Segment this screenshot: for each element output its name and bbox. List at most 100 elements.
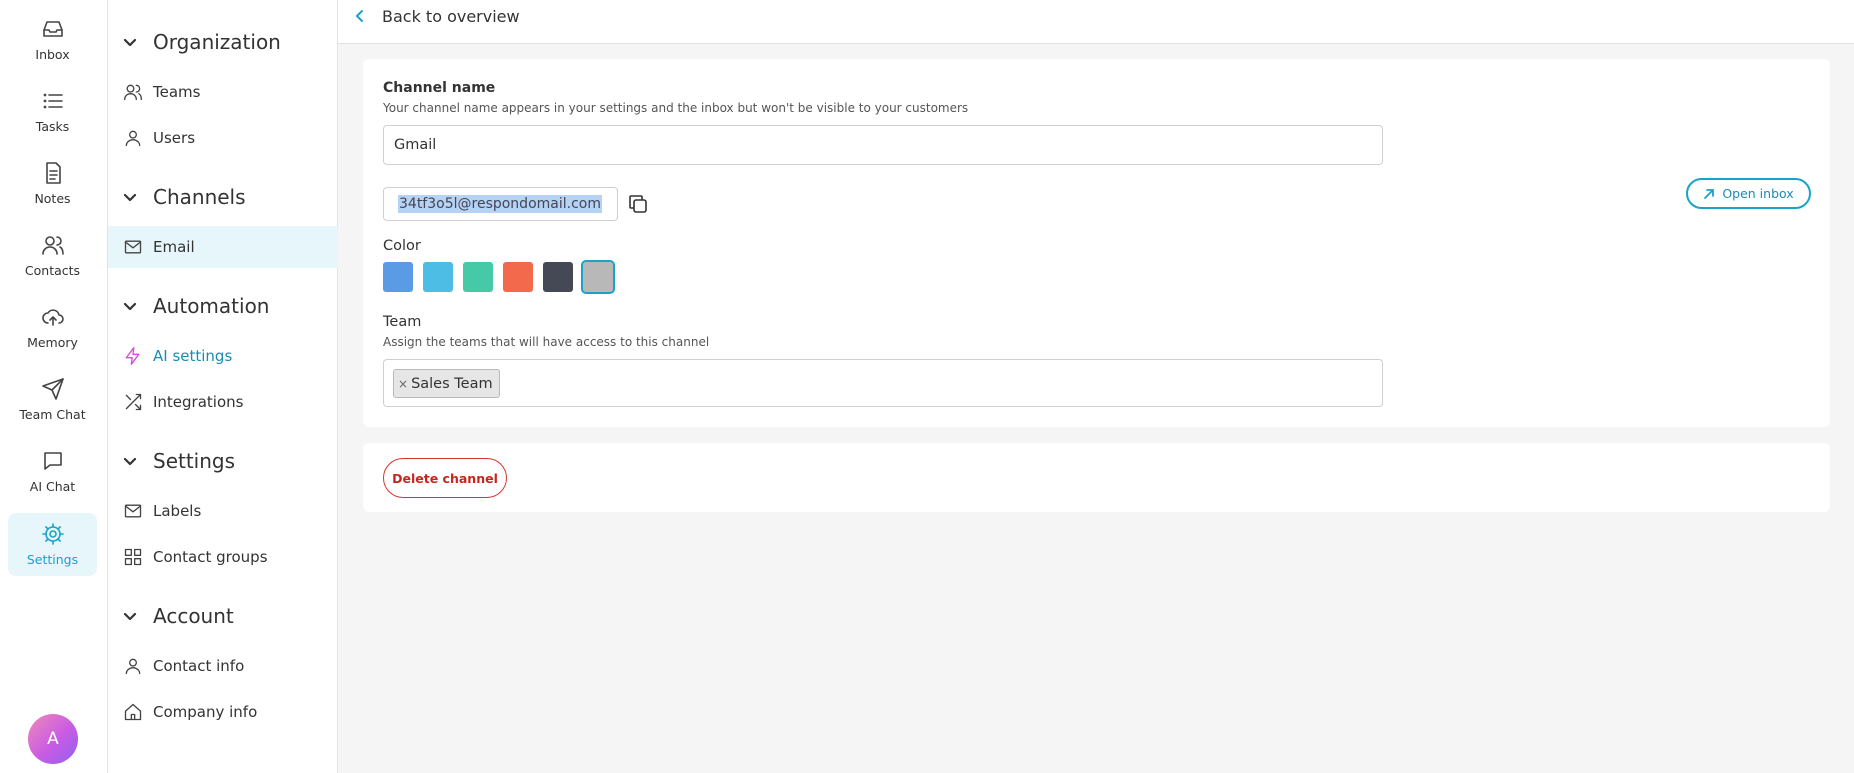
sidebar-item-label: Contact groups [153, 548, 268, 566]
team-select[interactable]: × Sales Team [383, 359, 1383, 407]
group-channels[interactable]: Channels [108, 177, 338, 217]
color-swatch-orange[interactable] [503, 262, 533, 292]
rail-label: Memory [27, 335, 78, 350]
chat-bubble-icon [43, 452, 62, 470]
send-icon [41, 378, 64, 400]
channel-name-label: Channel name [383, 80, 496, 96]
sidebar-item-label: Contact info [153, 657, 245, 675]
users-icon [124, 84, 142, 101]
chevron-down-icon [123, 457, 137, 466]
group-title: Account [153, 604, 234, 628]
list-icon [43, 93, 63, 109]
user-icon [125, 130, 141, 147]
team-label: Team [383, 314, 422, 330]
delete-channel-label: Delete channel [392, 470, 498, 486]
avatar[interactable]: A [28, 714, 78, 764]
sidebar-item-label: Company info [153, 703, 258, 721]
group-title: Organization [153, 30, 281, 54]
sidebar-item-label: Teams [153, 83, 201, 101]
delete-channel-button[interactable]: Delete channel [383, 458, 507, 498]
lightning-icon [125, 347, 140, 365]
rail-item-ai-chat[interactable]: AI Chat [8, 440, 97, 503]
rail-label: Inbox [35, 47, 70, 62]
rail-item-tasks[interactable]: Tasks [8, 80, 97, 143]
cloud-upload-icon [41, 309, 64, 326]
sidebar-item-ai-settings[interactable]: AI settings [108, 335, 338, 377]
group-title: Channels [153, 185, 246, 209]
home-icon [124, 703, 142, 721]
back-label: Back to overview [382, 6, 520, 26]
copy-email-button[interactable] [627, 193, 649, 215]
group-organization[interactable]: Organization [108, 22, 338, 62]
color-swatch-light-blue[interactable] [423, 262, 453, 292]
mail-icon [124, 240, 142, 254]
sidebar-item-label: Labels [153, 502, 202, 520]
users-icon [41, 236, 64, 255]
color-swatch-blue[interactable] [383, 262, 413, 292]
sidebar-item-label: Email [153, 238, 195, 256]
sidebar-item-teams[interactable]: Teams [108, 71, 338, 113]
rail-label: Tasks [35, 119, 70, 134]
grid-icon [124, 548, 142, 566]
group-settings[interactable]: Settings [108, 441, 338, 481]
chip-remove-icon[interactable]: × [398, 377, 408, 391]
color-swatch-dark[interactable] [543, 262, 573, 292]
sidebar-item-contact-info[interactable]: Contact info [108, 645, 338, 687]
danger-zone-card: Delete channel [363, 443, 1830, 512]
settings-sidebar: Organization Teams Users Channels Email … [108, 0, 338, 773]
rail-label: AI Chat [29, 479, 76, 494]
rail-item-memory[interactable]: Memory [8, 296, 97, 359]
sidebar-item-contact-groups[interactable]: Contact groups [108, 536, 338, 578]
chevron-down-icon [123, 302, 137, 311]
open-inbox-label: Open inbox [1722, 186, 1794, 201]
gear-icon [41, 523, 64, 545]
color-swatch-gray[interactable] [581, 260, 615, 294]
sidebar-item-integrations[interactable]: Integrations [108, 381, 338, 423]
document-icon [45, 162, 61, 184]
rail-item-notes[interactable]: Notes [8, 152, 97, 215]
rail-label: Contacts [24, 263, 81, 278]
chevron-left-icon [356, 10, 363, 22]
arrow-up-right-icon [1704, 188, 1715, 199]
inbox-icon [42, 21, 63, 37]
app-rail: Inbox Tasks Notes Contacts Memory Team C… [0, 0, 108, 773]
color-swatch-green[interactable] [463, 262, 493, 292]
avatar-initial: A [47, 729, 59, 749]
chevron-down-icon [123, 612, 137, 621]
rail-item-inbox[interactable]: Inbox [8, 8, 97, 71]
channel-settings-card: Channel name Your channel name appears i… [363, 59, 1830, 427]
sidebar-item-email[interactable]: Email [108, 226, 338, 268]
chevron-down-icon [123, 193, 137, 202]
rail-label: Notes [34, 191, 71, 206]
channel-name-hint: Your channel name appears in your settin… [383, 101, 969, 115]
open-inbox-button[interactable]: Open inbox [1686, 178, 1811, 209]
top-bar: Back to overview [338, 0, 1854, 44]
channel-email-field[interactable]: 34tf3o5l@respondomail.com [383, 187, 618, 221]
color-label: Color [383, 238, 421, 254]
rail-label: Settings [26, 552, 79, 567]
sidebar-item-labels[interactable]: Labels [108, 490, 338, 532]
group-title: Automation [153, 294, 270, 318]
sidebar-item-company-info[interactable]: Company info [108, 691, 338, 733]
group-automation[interactable]: Automation [108, 286, 338, 326]
team-chip: × Sales Team [393, 369, 500, 398]
group-account[interactable]: Account [108, 596, 338, 636]
team-hint: Assign the teams that will have access t… [383, 335, 710, 349]
channel-email-address: 34tf3o5l@respondomail.com [398, 195, 602, 213]
chevron-down-icon [123, 38, 137, 47]
sidebar-item-label: Users [153, 129, 196, 147]
back-to-overview-button[interactable]: Back to overview [352, 0, 520, 32]
copy-icon [629, 195, 647, 213]
sidebar-item-label: Integrations [153, 393, 244, 411]
rail-item-settings[interactable]: Settings [8, 513, 97, 576]
sidebar-item-users[interactable]: Users [108, 117, 338, 159]
channel-name-input[interactable] [383, 125, 1383, 165]
group-title: Settings [153, 449, 236, 473]
mail-icon [124, 504, 142, 518]
user-icon [125, 658, 141, 675]
rail-item-team-chat[interactable]: Team Chat [8, 368, 97, 431]
rail-item-contacts[interactable]: Contacts [8, 224, 97, 287]
sidebar-item-label: AI settings [153, 347, 233, 365]
shuffle-icon [125, 393, 142, 411]
rail-label: Team Chat [19, 407, 86, 422]
